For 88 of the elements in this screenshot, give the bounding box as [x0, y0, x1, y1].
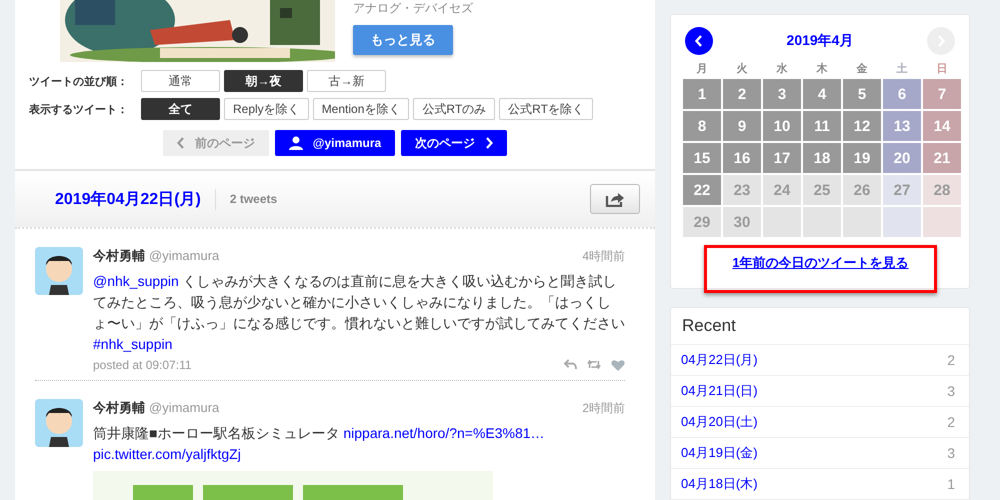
- calendar-day[interactable]: 4: [803, 79, 841, 109]
- calendar-day[interactable]: 9: [723, 111, 761, 141]
- calendar-day[interactable]: 20: [883, 143, 921, 173]
- calendar-day[interactable]: 6: [883, 79, 921, 109]
- sort-option[interactable]: 古→新: [307, 70, 386, 92]
- tweet-time[interactable]: 2時間前: [582, 400, 625, 417]
- calendar-day[interactable]: 16: [723, 143, 761, 173]
- calendar-day[interactable]: 13: [883, 111, 921, 141]
- filter-label: 表示するツイート：: [29, 102, 129, 116]
- calendar-day[interactable]: 10: [763, 111, 801, 141]
- user-button[interactable]: @yimamura: [274, 130, 396, 156]
- chevron-left-icon: [695, 35, 703, 47]
- recent-count: 3: [947, 383, 955, 399]
- calendar-day[interactable]: 12: [843, 111, 881, 141]
- calendar-day: 24: [763, 175, 801, 205]
- recent-count: 2: [947, 414, 955, 430]
- weekday-label: 土: [896, 62, 908, 77]
- filter-option[interactable]: 全て: [141, 98, 220, 120]
- previous-month-button[interactable]: [685, 27, 713, 55]
- tweet-link[interactable]: @nhk_suppin: [93, 271, 179, 292]
- calendar-day[interactable]: 17: [763, 143, 801, 173]
- recent-date-link[interactable]: 04月18日(木): [681, 475, 758, 493]
- filter-option[interactable]: 公式RTのみ: [413, 98, 496, 120]
- avatar[interactable]: [35, 247, 83, 295]
- tweet-count: 2 tweets: [230, 192, 278, 206]
- weekday-label: 月: [696, 62, 708, 77]
- filter-option[interactable]: Replyを除く: [224, 98, 309, 120]
- calendar-day[interactable]: 11: [803, 111, 841, 141]
- more-button[interactable]: もっと見る: [353, 25, 453, 55]
- sponsor-name: アナログ・デバイセズ: [353, 0, 473, 17]
- sort-label: ツイートの並び順：: [29, 74, 129, 88]
- user-name[interactable]: 今村勇輔: [93, 399, 145, 417]
- tweet-text: @nhk_suppin くしゃみが大きくなるのは直前に息を大きく吸い込むからと聞き試してみたところ、吸う息が少ないと確かに小さいくしゃみになりました。「はっくしょ〜い」が「けふっ」になる感じです。慣れないと難しいですが試してみてください #nhk_suppin: [93, 271, 625, 355]
- calendar-day[interactable]: 8: [683, 111, 721, 141]
- calendar-day: 26: [843, 175, 881, 205]
- weekday-label: 木: [815, 62, 828, 77]
- recent-date-link[interactable]: 04月19日(金): [681, 444, 758, 462]
- next-page-button[interactable]: 次のページ: [401, 130, 508, 156]
- calendar-day: 28: [923, 175, 961, 205]
- recent-title: Recent: [671, 308, 969, 345]
- calendar-day: 23: [723, 175, 761, 205]
- calendar-day: 29: [683, 207, 721, 237]
- tweet-link[interactable]: #nhk_suppin: [93, 334, 172, 355]
- share-button[interactable]: [590, 184, 640, 214]
- recent-date-link[interactable]: 04月22日(月): [681, 351, 758, 369]
- weekday-label: 金: [855, 62, 868, 77]
- tweet-text: 筒井康隆■ホーロー駅名板シミュレータ nippara.net/horo/?n=%E3%81… pic.twitter.com/yaljfktgZj: [93, 423, 625, 465]
- tweet-time[interactable]: 4時間前: [582, 248, 625, 265]
- calendar-day[interactable]: 15: [683, 143, 721, 173]
- sort-option[interactable]: 通常: [141, 70, 220, 92]
- calendar-day[interactable]: 21: [923, 143, 961, 173]
- recent-count: 2: [947, 352, 955, 368]
- calendar-day[interactable]: 14: [923, 111, 961, 141]
- calendar-day[interactable]: 3: [763, 79, 801, 109]
- chevron-left-icon: [176, 137, 185, 149]
- share-icon: [605, 191, 625, 207]
- chevron-right-icon: [485, 137, 494, 149]
- user-handle: @yimamura: [149, 248, 220, 263]
- calendar-day[interactable]: 18: [803, 143, 841, 173]
- person-icon: [288, 136, 303, 150]
- user-name[interactable]: 今村勇輔: [93, 247, 145, 265]
- recent-count: 3: [947, 445, 955, 461]
- calendar-day[interactable]: 19: [843, 143, 881, 173]
- weekday-label: 日: [936, 62, 948, 77]
- calendar-day: 30: [723, 207, 761, 237]
- calendar-day[interactable]: 5: [843, 79, 881, 109]
- calendar-day[interactable]: 22: [683, 175, 721, 205]
- calendar-day[interactable]: 7: [923, 79, 961, 109]
- posted-time: posted at 09:07:11: [93, 358, 192, 372]
- filter-option[interactable]: Mentionを除く: [312, 98, 410, 120]
- year-ago-link[interactable]: 1年前の今日のツイートを見る: [732, 254, 909, 271]
- user-handle: @yimamura: [149, 400, 220, 415]
- recent-date-link[interactable]: 04月20日(土): [681, 413, 758, 431]
- filter-option[interactable]: 公式RTを除く: [499, 98, 593, 120]
- tweet-link[interactable]: nippara.net/horo/?n=%E3%81…: [343, 423, 545, 444]
- avatar[interactable]: [35, 399, 83, 447]
- calendar-day[interactable]: 1: [683, 79, 721, 109]
- weekday-label: 火: [736, 62, 748, 77]
- recent-count: 1: [947, 476, 955, 492]
- date-heading: 2019年04月22日(月): [55, 188, 216, 210]
- calendar-day: 25: [803, 175, 841, 205]
- sort-option[interactable]: 朝→夜: [224, 70, 303, 92]
- weekday-label: 水: [775, 62, 788, 77]
- calendar-day[interactable]: 2: [723, 79, 761, 109]
- tweet-link[interactable]: pic.twitter.com/yaljfktgZj: [93, 444, 241, 465]
- calendar-day: 27: [883, 175, 921, 205]
- recent-date-link[interactable]: 04月21日(日): [681, 382, 758, 400]
- calendar-month: 2019年4月: [786, 32, 854, 50]
